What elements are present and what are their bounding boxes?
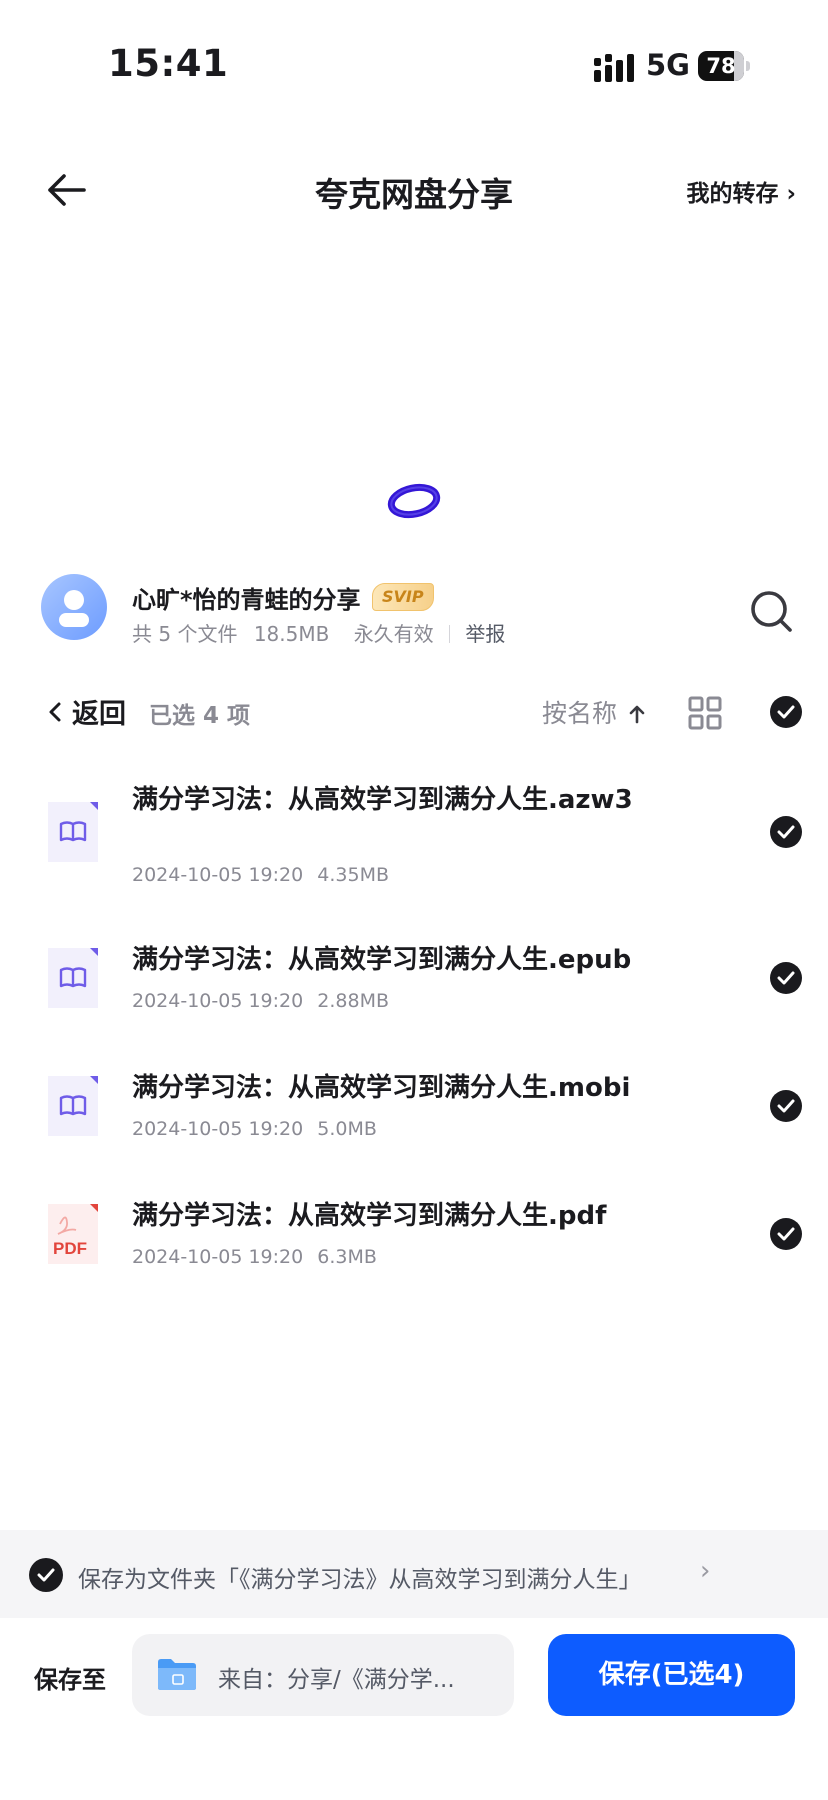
file-name: 满分学习法：从高效学习到满分人生.pdf <box>132 1201 607 1231</box>
sort-button[interactable]: 按名称 <box>542 694 645 730</box>
file-meta: 2024-10-05 19:20 5.0MB <box>132 1118 377 1140</box>
file-meta: 2024-10-05 19:20 4.35MB <box>132 864 389 886</box>
arrow-up-icon <box>629 705 645 724</box>
search-icon[interactable] <box>748 588 794 634</box>
user-icon <box>59 590 89 627</box>
report-link[interactable]: 举报 <box>465 622 505 646</box>
file-checkbox[interactable] <box>770 1218 802 1250</box>
share-meta: 共 5 个文件 18.5MB 永久有效 举报 <box>132 618 505 647</box>
chevron-right-icon: › <box>700 1556 711 1586</box>
save-as-folder-option[interactable]: 保存为文件夹「《满分学习法》从高效学习到满分人生」 › <box>0 1530 828 1618</box>
destination-path: 来自：分享/《满分学... <box>218 1667 455 1693</box>
file-row[interactable]: 满分学习法：从高效学习到满分人生.mobi 2024-10-05 19:20 5… <box>0 1066 828 1166</box>
folder-icon <box>158 1659 196 1690</box>
share-owner-name: 心旷*怡的青蛙的分享 <box>132 586 361 614</box>
check-icon <box>777 1099 795 1113</box>
signal-icon <box>594 54 634 82</box>
network-type: 5G <box>646 48 690 82</box>
file-checkbox[interactable] <box>770 1090 802 1122</box>
file-size: 6.3MB <box>317 1246 377 1268</box>
ebook-icon <box>48 802 98 862</box>
avatar <box>41 574 107 640</box>
svip-badge: SVIP <box>372 583 434 611</box>
file-checkbox[interactable] <box>770 816 802 848</box>
back-label: 返回 <box>72 699 126 730</box>
validity: 永久有效 <box>353 622 434 646</box>
file-name: 满分学习法：从高效学习到满分人生.epub <box>132 945 632 975</box>
back-button[interactable]: 返回 <box>48 692 126 731</box>
file-checkbox[interactable] <box>770 962 802 994</box>
file-size: 5.0MB <box>317 1118 377 1140</box>
check-icon <box>777 1227 795 1241</box>
save-as-folder-checkbox[interactable] <box>29 1558 63 1592</box>
file-row[interactable]: 满分学习法：从高效学习到满分人生.azw3 2024-10-05 19:20 4… <box>0 780 828 900</box>
file-count: 共 5 个文件 <box>132 622 238 646</box>
file-name: 满分学习法：从高效学习到满分人生.mobi <box>132 1073 631 1103</box>
file-meta: 2024-10-05 19:20 2.88MB <box>132 990 389 1012</box>
ebook-icon <box>48 948 98 1008</box>
sort-label: 按名称 <box>542 699 618 728</box>
file-date: 2024-10-05 19:20 <box>132 1118 304 1140</box>
save-to-label: 保存至 <box>34 1666 106 1694</box>
file-size: 2.88MB <box>317 990 389 1012</box>
file-date: 2024-10-05 19:20 <box>132 1246 304 1268</box>
total-size: 18.5MB <box>253 622 330 646</box>
check-icon <box>777 825 795 839</box>
ebook-icon <box>48 1076 98 1136</box>
check-icon <box>777 705 795 719</box>
file-name: 满分学习法：从高效学习到满分人生.azw3 <box>132 785 633 815</box>
pdf-icon: PDF <box>48 1204 98 1264</box>
my-transfer-link[interactable]: 我的转存 › <box>687 174 797 208</box>
status-time: 15:41 <box>108 42 229 85</box>
quark-logo-icon <box>387 483 441 519</box>
selected-count: 已选 4 项 <box>149 703 251 729</box>
check-icon <box>777 971 795 985</box>
file-row[interactable]: PDF 满分学习法：从高效学习到满分人生.pdf 2024-10-05 19:2… <box>0 1194 828 1294</box>
file-row[interactable]: 满分学习法：从高效学习到满分人生.epub 2024-10-05 19:20 2… <box>0 938 828 1038</box>
save-as-folder-label: 保存为文件夹「《满分学习法》从高效学习到满分人生」 <box>78 1567 642 1593</box>
grid-view-icon[interactable] <box>688 696 722 730</box>
chevron-left-icon <box>49 702 61 721</box>
destination-picker[interactable]: 来自：分享/《满分学... <box>132 1634 514 1716</box>
check-icon <box>37 1568 55 1582</box>
svg-text:PDF: PDF <box>53 1239 87 1258</box>
save-button[interactable]: 保存(已选4) <box>548 1634 795 1716</box>
file-date: 2024-10-05 19:20 <box>132 990 304 1012</box>
battery-icon: 78 <box>698 51 750 81</box>
file-size: 4.35MB <box>317 864 389 886</box>
battery-level: 78 <box>706 54 736 78</box>
file-date: 2024-10-05 19:20 <box>132 864 304 886</box>
file-meta: 2024-10-05 19:20 6.3MB <box>132 1246 377 1268</box>
select-all-checkbox[interactable] <box>770 696 802 728</box>
